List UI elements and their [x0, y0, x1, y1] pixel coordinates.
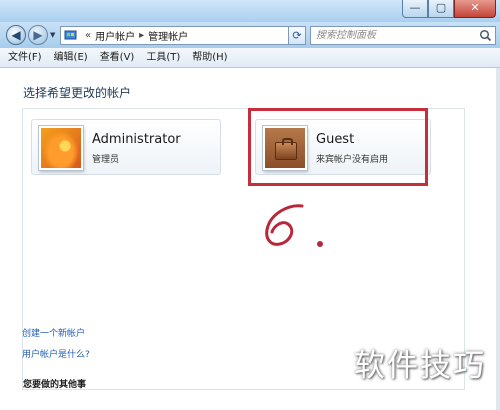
back-button[interactable]: ◀: [6, 25, 26, 45]
forward-button[interactable]: ▶: [28, 25, 48, 45]
create-new-account-link[interactable]: 创建一个新帐户: [22, 326, 90, 339]
account-type: 管理员: [92, 155, 120, 165]
menu-tools[interactable]: 工具(T): [146, 48, 180, 67]
search-icon[interactable]: [479, 29, 492, 42]
breadcrumb-separator[interactable]: ▸: [139, 30, 144, 41]
close-button[interactable]: ✕: [454, 0, 496, 18]
menu-bar: 文件(F) 编辑(E) 查看(V) 工具(T) 帮助(H): [0, 48, 500, 68]
maximize-button[interactable]: ▢: [428, 0, 454, 18]
search-input[interactable]: 搜索控制面板: [310, 26, 496, 45]
page-title: 选择希望更改的帐户: [23, 86, 132, 100]
control-panel-icon: [64, 30, 77, 40]
minimize-button[interactable]: —: [402, 0, 428, 18]
menu-file[interactable]: 文件(F): [8, 48, 42, 67]
recent-pages-dropdown-icon[interactable]: ▼: [50, 31, 55, 39]
menu-edit[interactable]: 编辑(E): [54, 48, 88, 67]
task-links: 创建一个新帐户 用户帐户是什么?: [22, 326, 90, 368]
user-avatar-orange-flower-icon: [39, 126, 83, 170]
annotation-highlight-box: [248, 108, 428, 186]
breadcrumb-overflow[interactable]: «: [85, 30, 91, 41]
menu-view[interactable]: 查看(V): [100, 48, 135, 67]
account-tile-administrator[interactable]: Administrator 管理员: [31, 119, 221, 175]
watermark-text: 软件技巧: [354, 348, 486, 384]
title-bar: — ▢ ✕: [0, 0, 500, 22]
scrollbar[interactable]: [496, 68, 500, 410]
additional-tasks-heading: 您要做的其他事: [23, 380, 87, 390]
menu-help[interactable]: 帮助(H): [192, 48, 227, 67]
what-is-user-account-link[interactable]: 用户帐户是什么?: [22, 347, 90, 360]
handwritten-annotation-icon: [265, 204, 323, 247]
window-controls: — ▢ ✕: [402, 0, 496, 18]
account-name: Administrator: [92, 132, 181, 147]
address-bar[interactable]: « 用户帐户 ▸ 管理帐户: [60, 26, 306, 45]
search-placeholder: 搜索控制面板: [316, 30, 376, 41]
breadcrumb-user-accounts[interactable]: 用户帐户: [95, 28, 135, 43]
refresh-button[interactable]: ⟳: [288, 26, 306, 45]
breadcrumb-manage-accounts[interactable]: 管理帐户: [148, 28, 188, 43]
